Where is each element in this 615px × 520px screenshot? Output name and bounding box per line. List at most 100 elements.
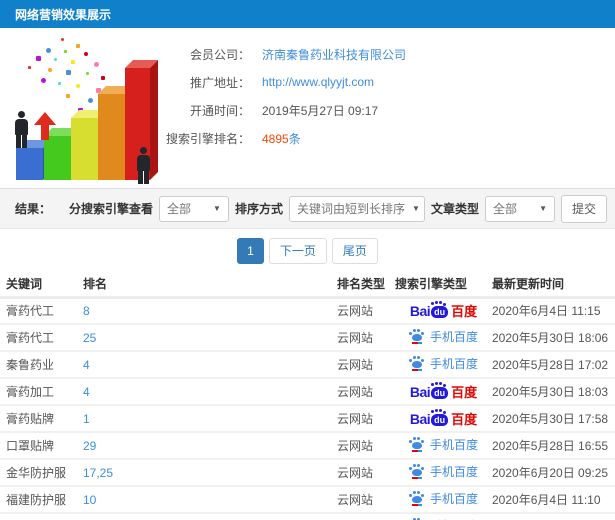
baidu-bai-text: Bai [409, 410, 431, 427]
rank-count-unit: 条 [288, 131, 301, 146]
rank-type-cell: 云网站 [337, 378, 395, 406]
rank-link[interactable]: 4 [83, 358, 90, 372]
site-label: 推广地址： [189, 75, 250, 90]
rank-link[interactable]: 10 [83, 493, 96, 507]
table-row: 秦鲁药业 4 云网站 手机百度 2020年5月28日 17:02 [0, 351, 615, 379]
site-link[interactable]: http://www.qlyyjt.com [262, 75, 374, 89]
rank-type-cell: 云网站 [337, 351, 395, 379]
baidu-mobile-logo: 手机百度 [408, 490, 478, 507]
rank-cell [83, 513, 337, 520]
table-row: 福建防护服 10 云网站 手机百度 2020年6月4日 11:10 [0, 486, 615, 514]
page-button-current[interactable]: 1 [237, 237, 264, 264]
rank-cell: 17,25 [83, 459, 337, 487]
filter-group: 分搜索引擎查看 全部 ▼ 排序方式 关键词由短到长排序 ▼ 文章类型 全部 ▼ 提交 [68, 194, 607, 223]
company-info-panel: 会员公司： 济南秦鲁药业科技有限公司 推广地址： http://www.qlyy… [164, 28, 406, 188]
engine-cell: 手机百度 [395, 324, 492, 352]
baidu-bai-text: Bai [409, 302, 431, 319]
rank-count-label: 搜索引擎排名： [165, 131, 250, 146]
rank-type-cell: 云网站 [337, 405, 395, 433]
sort-select[interactable]: 关键词由短到长排序 ▼ [288, 195, 425, 222]
filter-bar: 结果： 分搜索引擎查看 全部 ▼ 排序方式 关键词由短到长排序 ▼ 文章类型 全部 ▼… [0, 188, 615, 229]
engine-cell: Bai du 百度 [395, 405, 492, 433]
rank-link[interactable]: 4 [83, 385, 90, 399]
keyword-cell: 膏药代工 [0, 297, 83, 325]
updated-cell: 2020年5月30日 18:06 [492, 324, 615, 352]
updated-cell: 2020年5月28日 17:02 [492, 351, 615, 379]
column-header-3: 搜索引擎类型 [395, 272, 492, 299]
engine-cell: 手机百度 [395, 432, 492, 460]
rank-link[interactable]: 8 [83, 304, 90, 318]
page: 网络营销效果展示 会员公司： 济南秦鲁药业科技有限公司 推广地址： http:/… [0, 0, 615, 520]
baidu-cn-text: 百度 [451, 385, 478, 400]
rank-count-number: 4895 [262, 131, 289, 146]
page-button-next[interactable]: 下一页 [268, 237, 327, 264]
baidu-mobile-label: 手机百度 [429, 438, 478, 452]
opened-label: 开通时间： [189, 103, 250, 118]
article-type-label: 文章类型 [430, 202, 479, 216]
baidu-mobile-logo: 手机百度 [408, 463, 478, 480]
engine-view-label: 分搜索引擎查看 [68, 202, 153, 216]
baidu-paw-icon [408, 356, 425, 371]
article-type-select[interactable]: 全部 ▼ [484, 195, 555, 222]
rank-count-row: 搜索引擎排名： 4895条 [164, 124, 406, 152]
submit-button[interactable]: 提交 [560, 194, 607, 223]
baidu-paw-icon: du [431, 383, 449, 399]
baidu-paw-icon: du [431, 302, 449, 319]
table-row: 金华防护服 17,25 云网站 手机百度 2020年6月20日 09:25 [0, 459, 615, 487]
keyword-cell: 膏药加工 [0, 378, 83, 406]
updated-cell: 2020年5月30日 17:58 [492, 405, 615, 433]
rank-cell: 8 [83, 297, 337, 325]
engine-view-select[interactable]: 全部 ▼ [158, 195, 229, 222]
rank-cell: 29 [83, 432, 337, 460]
baidu-cn-text: 百度 [451, 412, 478, 427]
baidu-mobile-label: 手机百度 [429, 492, 478, 506]
updated-cell: 2020年6月4日 11:15 [492, 297, 615, 325]
column-header-2: 排名类型 [337, 272, 395, 299]
company-row: 会员公司： 济南秦鲁药业科技有限公司 [164, 40, 406, 68]
baidu-mobile-label: 手机百度 [429, 465, 478, 479]
engine-cell: 手机百度 [395, 513, 492, 520]
title-bar: 网络营销效果展示 [0, 0, 615, 28]
keyword-cell: 秦鲁药业 [0, 351, 83, 379]
updated-cell: 2020年5月28日 16:55 [492, 432, 615, 460]
result-label: 结果： [15, 202, 52, 216]
rank-cell: 25 [83, 324, 337, 352]
bar-green [44, 128, 79, 180]
baidu-paw-icon: du [431, 410, 449, 426]
rank-type-cell: 云网站 [337, 432, 395, 460]
rank-link[interactable]: 17,25 [83, 466, 113, 480]
rank-link[interactable]: 29 [83, 439, 96, 453]
baidu-pc-logo: Bai du 百度 [410, 301, 477, 320]
rank-cell: 10 [83, 486, 337, 514]
keyword-cell: 口罩贴牌 [0, 432, 83, 460]
rank-link[interactable]: 25 [83, 331, 96, 345]
updated-cell: 2020年6月4日 11:10 [492, 486, 615, 514]
article-type-value: 全部 [492, 202, 517, 216]
sort-value: 关键词由短到长排序 [296, 202, 405, 216]
sort-label: 排序方式 [234, 202, 283, 216]
column-header-0: 关键词 [0, 272, 83, 299]
keyword-cell: 金华防护服 [0, 459, 83, 487]
businessman-figure-right [137, 147, 150, 184]
rank-type-cell: 云网站 [337, 297, 395, 325]
baidu-paw-icon [408, 329, 425, 344]
company-link[interactable]: 济南秦鲁药业科技有限公司 [262, 46, 406, 63]
rank-cell: 4 [83, 351, 337, 379]
baidu-cn-text: 百度 [451, 304, 478, 320]
table-header-row: 关键词 排名 排名类型 搜索引擎类型 最新更新时间 [0, 272, 615, 299]
engine-view-value: 全部 [166, 202, 191, 216]
table-row: 膏药代工 25 云网站 手机百度 2020年5月30日 18:06 [0, 324, 615, 352]
baidu-mobile-logo: 手机百度 [408, 436, 478, 453]
baidu-pc-logo: Bai du 百度 [410, 409, 477, 428]
bar-yellow [71, 110, 106, 180]
chevron-down-icon: ▼ [411, 204, 420, 213]
page-button-last[interactable]: 尾页 [331, 237, 378, 264]
chevron-down-icon: ▼ [213, 204, 221, 213]
baidu-paw-icon [408, 491, 425, 506]
keyword-cell: 膏药贴牌 [0, 405, 83, 433]
keyword-cell: 福建防护服 [0, 486, 83, 514]
growth-arrow-icon [34, 112, 56, 140]
rank-count-link[interactable]: 4895条 [262, 130, 301, 147]
engine-cell: 手机百度 [395, 486, 492, 514]
rank-link[interactable]: 1 [83, 412, 90, 426]
